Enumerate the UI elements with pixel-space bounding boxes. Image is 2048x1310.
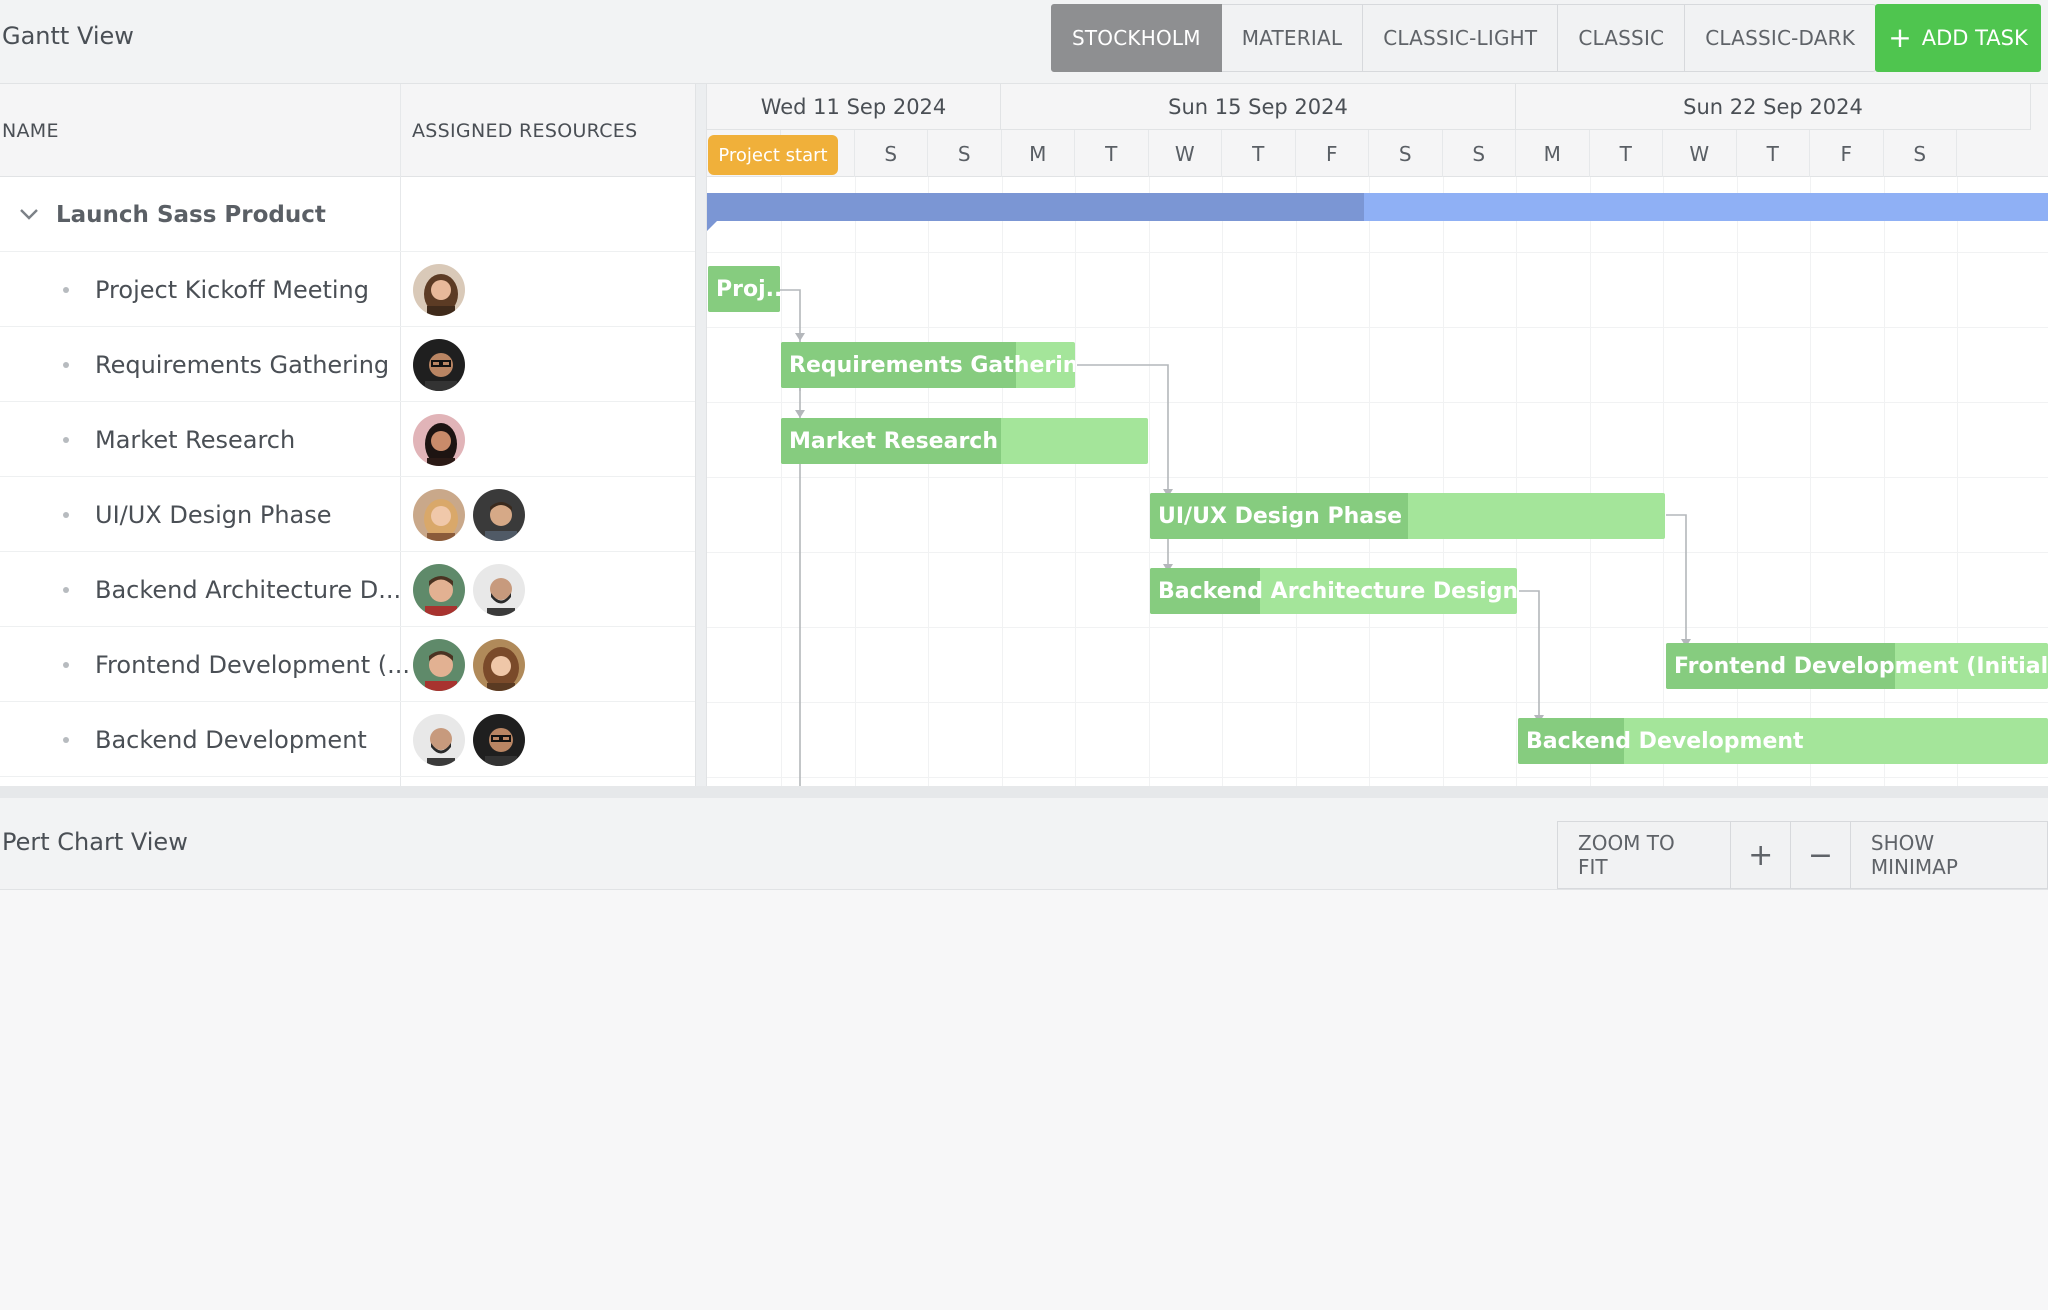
- chevron-down-icon[interactable]: [18, 203, 40, 225]
- task-bar-label: Requirements Gathering: [789, 352, 1075, 378]
- parent-task-row[interactable]: Launch Sass Product: [0, 177, 695, 252]
- theme-material-button[interactable]: MATERIAL: [1221, 4, 1364, 72]
- task-name: Market Research: [95, 425, 296, 454]
- bullet-icon: [63, 737, 69, 743]
- pert-controls: ZOOM TO FIT + − SHOW MINIMAP: [1557, 821, 2048, 889]
- task-bar-label: Market Research: [789, 428, 998, 454]
- task-row[interactable]: Backend Development: [0, 702, 695, 777]
- task-grid: NAME ASSIGNED RESOURCES Launch Sass Prod…: [0, 84, 695, 786]
- add-task-label: ADD TASK: [1921, 26, 2028, 50]
- avatar: [411, 637, 467, 693]
- task-row[interactable]: Market Research: [0, 402, 695, 477]
- avatar: [411, 487, 467, 543]
- task-row[interactable]: Project Kickoff Meeting: [0, 252, 695, 327]
- avatar: [411, 712, 467, 768]
- avatar: [411, 562, 467, 618]
- column-header-name[interactable]: NAME: [2, 84, 400, 177]
- pert-chart-canvas[interactable]: [0, 890, 2048, 1310]
- gantt-timeline: Wed 11 Sep 2024 Sun 15 Sep 2024 Sun 22 S…: [707, 84, 2048, 786]
- avatar: [471, 487, 527, 543]
- avatar: [411, 412, 467, 468]
- gantt-view-title: Gantt View: [2, 22, 134, 50]
- task-name: Backend Architecture D...: [95, 575, 402, 604]
- show-minimap-button[interactable]: SHOW MINIMAP: [1850, 821, 2048, 889]
- task-row[interactable]: Requirements Gathering: [0, 327, 695, 402]
- pert-view-title: Pert Chart View: [2, 828, 188, 856]
- theme-classic-button[interactable]: CLASSIC: [1558, 4, 1686, 72]
- theme-stockholm-button[interactable]: STOCKHOLM: [1051, 4, 1222, 72]
- grid-header: NAME ASSIGNED RESOURCES: [0, 84, 695, 177]
- zoom-to-fit-button[interactable]: ZOOM TO FIT: [1557, 821, 1732, 889]
- theme-classic-dark-button[interactable]: CLASSIC-DARK: [1685, 4, 1877, 72]
- task-bar[interactable]: Proj...: [708, 266, 780, 312]
- task-name: UI/UX Design Phase: [95, 500, 332, 529]
- task-bar-label: Proj...: [716, 276, 780, 302]
- bullet-icon: [63, 362, 69, 368]
- plus-icon: +: [1888, 21, 1912, 54]
- task-bar[interactable]: Backend Development: [1518, 718, 2048, 764]
- bullet-icon: [63, 662, 69, 668]
- task-bar[interactable]: Requirements Gathering: [781, 342, 1075, 388]
- avatar: [471, 637, 527, 693]
- add-task-button[interactable]: + ADD TASK: [1875, 4, 2041, 72]
- bullet-icon: [63, 437, 69, 443]
- task-bar[interactable]: UI/UX Design Phase: [1150, 493, 1665, 539]
- task-row[interactable]: Backend Architecture D...: [0, 552, 695, 627]
- task-name: Project Kickoff Meeting: [95, 275, 369, 304]
- avatar: [471, 562, 527, 618]
- avatar: [411, 337, 467, 393]
- task-name: Requirements Gathering: [95, 350, 390, 379]
- grid-splitter[interactable]: [695, 84, 707, 786]
- gantt-toolbar: Gantt View STOCKHOLM MATERIAL CLASSIC-LI…: [0, 0, 2048, 84]
- column-header-resources[interactable]: ASSIGNED RESOURCES: [412, 84, 692, 177]
- task-bar-label: Frontend Development (Initial): [1674, 653, 2048, 679]
- pert-toolbar: Pert Chart View ZOOM TO FIT + − SHOW MIN…: [0, 786, 2048, 890]
- avatar: [411, 262, 467, 318]
- task-row[interactable]: UI/UX Design Phase: [0, 477, 695, 552]
- task-name: Frontend Development (...: [95, 650, 410, 679]
- bullet-icon: [63, 587, 69, 593]
- zoom-out-button[interactable]: −: [1791, 821, 1851, 889]
- zoom-in-button[interactable]: +: [1731, 821, 1792, 889]
- task-bar[interactable]: Frontend Development (Initial): [1666, 643, 2048, 689]
- bullet-icon: [63, 512, 69, 518]
- task-bar[interactable]: Backend Architecture Design: [1150, 568, 1517, 614]
- avatar: [471, 712, 527, 768]
- task-row[interactable]: Frontend Development (...: [0, 627, 695, 702]
- task-bar-label: Backend Architecture Design: [1158, 578, 1517, 604]
- parent-task-name: Launch Sass Product: [56, 201, 326, 228]
- task-bar-label: UI/UX Design Phase: [1158, 503, 1403, 529]
- task-bar[interactable]: Market Research: [781, 418, 1148, 464]
- theme-switcher: STOCKHOLM MATERIAL CLASSIC-LIGHT CLASSIC…: [1051, 4, 1877, 72]
- theme-classic-light-button[interactable]: CLASSIC-LIGHT: [1363, 4, 1559, 72]
- bullet-icon: [63, 287, 69, 293]
- task-bar-label: Backend Development: [1526, 728, 1804, 754]
- task-name: Backend Development: [95, 725, 367, 754]
